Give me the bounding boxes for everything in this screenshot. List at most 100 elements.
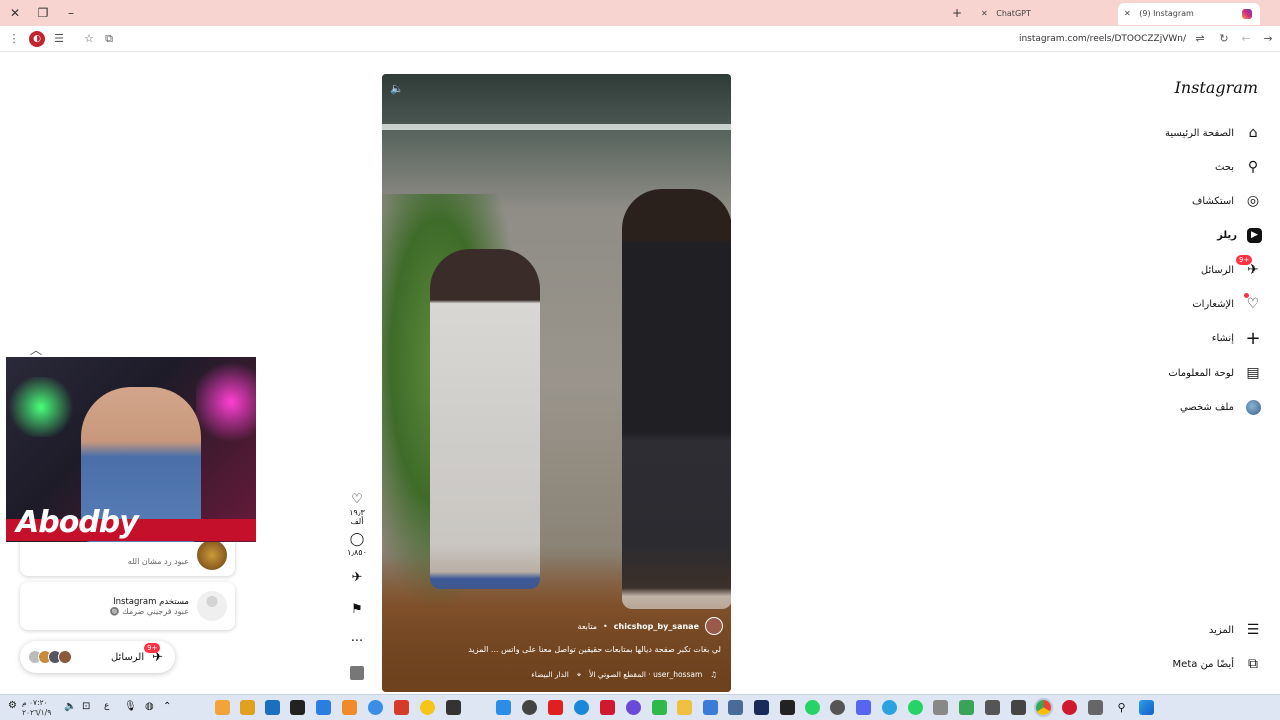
comment-action[interactable]: ◯ ١٫٨٥٠ bbox=[342, 532, 372, 557]
taskbar-app-icon[interactable] bbox=[652, 700, 667, 715]
new-tab-icon[interactable]: + bbox=[948, 4, 966, 22]
taskbar-app-icon[interactable] bbox=[780, 700, 795, 715]
nav-more[interactable]: ☰ المزيد bbox=[1209, 617, 1262, 643]
steam-icon[interactable] bbox=[265, 700, 280, 715]
reel-video[interactable]: 🔈 chicshop_by_sanae • متابعة لي بغات تكب… bbox=[382, 74, 731, 692]
taskbar-app-icon[interactable] bbox=[626, 700, 641, 715]
streamer-webcam-overlay: Abodby bbox=[6, 357, 256, 542]
like-action[interactable]: ♡ ١٩٫٣ ألف bbox=[342, 492, 372, 526]
taskbar-app-icon[interactable] bbox=[342, 700, 357, 715]
taskbar-app-icon[interactable] bbox=[959, 700, 974, 715]
network-icon[interactable]: ⊡ bbox=[82, 701, 90, 712]
volume-icon[interactable]: 🔈 bbox=[64, 701, 76, 712]
reel-username[interactable]: chicshop_by_sanae bbox=[614, 622, 699, 631]
chrome-icon[interactable] bbox=[1036, 700, 1051, 715]
system-tray-icon[interactable]: ⚙ bbox=[8, 700, 17, 711]
nav-create[interactable]: + إنشاء bbox=[1212, 325, 1262, 351]
screenshot-icon[interactable]: ⧉ bbox=[101, 31, 117, 47]
taskbar-app-icon[interactable] bbox=[548, 700, 563, 715]
close-tab-icon[interactable]: ✕ bbox=[981, 9, 988, 18]
taskbar-app-icon[interactable] bbox=[703, 700, 718, 715]
save-action[interactable]: ⚑ bbox=[342, 602, 372, 618]
address-bar[interactable]: instagram.com/reels/DTOOCZZjVWn/ bbox=[1019, 31, 1186, 47]
browser-toolbar: ⋮ ◐ ☰ ☆ ⧉ instagram.com/reels/DTOOCZZjVW… bbox=[0, 26, 1280, 52]
forward-icon[interactable]: ← bbox=[1238, 31, 1254, 47]
nav-home[interactable]: ⌂ الصفحة الرئيسية bbox=[1165, 120, 1262, 146]
search-icon[interactable]: ⚲ bbox=[1114, 700, 1129, 715]
back-icon[interactable]: → bbox=[1260, 31, 1276, 47]
taskbar-app-icon[interactable] bbox=[522, 700, 537, 715]
taskbar-app-icon[interactable] bbox=[496, 700, 511, 715]
taskbar-app-icon[interactable] bbox=[368, 700, 383, 715]
taskbar-app-icon[interactable] bbox=[600, 700, 615, 715]
reel-author[interactable]: chicshop_by_sanae • متابعة bbox=[578, 617, 723, 635]
reel-author-avatar[interactable] bbox=[705, 617, 723, 635]
instagram-logo[interactable]: Instagram bbox=[1175, 78, 1258, 97]
taskbar-app-icon[interactable] bbox=[1011, 700, 1026, 715]
microphone-icon[interactable]: 🎙 bbox=[124, 701, 137, 712]
reel-audio[interactable]: user_hossam · المقطع الصوتي الأ bbox=[589, 670, 702, 680]
taskbar-app-icon[interactable] bbox=[215, 700, 230, 715]
more-options-action[interactable]: ··· bbox=[342, 634, 372, 650]
site-settings-icon[interactable]: ⇌ bbox=[1192, 31, 1208, 47]
taskbar-app-icon[interactable] bbox=[830, 700, 845, 715]
nav-explore[interactable]: ◎ استكشاف bbox=[1192, 188, 1262, 214]
discord-icon[interactable] bbox=[856, 700, 871, 715]
minimize-window-icon[interactable]: – bbox=[62, 4, 80, 22]
taskbar-app-icon[interactable] bbox=[574, 700, 589, 715]
nav-profile[interactable]: ملف شخصي bbox=[1180, 394, 1262, 420]
taskbar-app-icon[interactable] bbox=[420, 700, 435, 715]
like-heart-icon[interactable]: ♡ bbox=[342, 492, 372, 508]
taskbar-app-icon[interactable] bbox=[933, 700, 948, 715]
tray-app-icon[interactable]: ◍ bbox=[145, 701, 154, 712]
whatsapp-icon[interactable] bbox=[908, 700, 923, 715]
photoshop-icon[interactable] bbox=[754, 700, 769, 715]
taskbar-app-icon[interactable] bbox=[394, 700, 409, 715]
bookmark-icon[interactable]: ⚑ bbox=[342, 602, 372, 618]
tray-expand-icon[interactable]: ⌃ bbox=[163, 701, 171, 712]
taskbar-app-icon[interactable] bbox=[805, 700, 820, 715]
menu-dots-icon[interactable]: ⋮ bbox=[6, 31, 22, 47]
share-send-icon[interactable]: ✈ bbox=[342, 570, 372, 586]
nav-dashboard[interactable]: ▤ لوحة المعلومات bbox=[1168, 360, 1262, 386]
messages-pill[interactable]: ✈ +9 الرسائل bbox=[20, 641, 175, 673]
follow-button[interactable]: متابعة bbox=[578, 622, 598, 631]
windows-start-icon[interactable] bbox=[1139, 700, 1154, 715]
taskbar-app-icon[interactable] bbox=[290, 700, 305, 715]
opera-icon[interactable] bbox=[1062, 700, 1077, 715]
restore-window-icon[interactable]: ❐ bbox=[34, 4, 52, 22]
nav-reels[interactable]: ▶ ريلز bbox=[1217, 222, 1262, 248]
close-tab-icon[interactable]: ✕ bbox=[1124, 9, 1131, 18]
volume-icon[interactable]: 🔈 bbox=[390, 82, 406, 98]
taskbar-app-icon[interactable] bbox=[446, 700, 461, 715]
close-window-icon[interactable]: ✕ bbox=[6, 4, 24, 22]
bookmark-star-icon[interactable]: ☆ bbox=[81, 31, 97, 47]
collapse-chevron-icon[interactable]: ︿ bbox=[30, 344, 46, 356]
reel-location[interactable]: الدار البيضاء bbox=[531, 670, 569, 680]
customize-icon[interactable]: ☰ bbox=[51, 31, 67, 47]
extension-icon[interactable]: ◐ bbox=[29, 31, 45, 47]
more-dots-icon[interactable]: ··· bbox=[342, 634, 372, 650]
message-thread[interactable]: مستخدم Instagram عبود فرجيني ضرمك 🔘 bbox=[20, 582, 235, 630]
reel-caption[interactable]: لي بغات تكبر صفحة ديالها بمتابعات حقيقين… bbox=[401, 645, 721, 654]
comment-icon[interactable]: ◯ bbox=[342, 532, 372, 548]
taskbar-app-icon[interactable] bbox=[728, 700, 743, 715]
taskbar-app-icon[interactable] bbox=[985, 700, 1000, 715]
tab-instagram[interactable]: ✕ (9) Instagram bbox=[1118, 3, 1260, 25]
taskbar-app-icon[interactable] bbox=[316, 700, 331, 715]
taskbar-app-icon[interactable] bbox=[240, 700, 255, 715]
audio-thumb-icon[interactable] bbox=[350, 666, 364, 680]
reload-icon[interactable]: ↻ bbox=[1216, 31, 1232, 47]
nav-messages[interactable]: ✈ +9 الرسائل bbox=[1201, 255, 1262, 283]
file-explorer-icon[interactable] bbox=[677, 700, 692, 715]
task-view-icon[interactable] bbox=[1088, 700, 1103, 715]
nav-notifications[interactable]: ♡ الإشعارات bbox=[1192, 291, 1262, 317]
telegram-icon[interactable] bbox=[882, 700, 897, 715]
audio-thumbnail[interactable] bbox=[342, 666, 372, 682]
language-indicator[interactable]: ع bbox=[104, 701, 109, 711]
nav-also-from-meta[interactable]: ⧉ أيضًا من Meta bbox=[1173, 651, 1262, 677]
nav-search[interactable]: ⚲ بحث bbox=[1215, 154, 1262, 180]
tab-chatgpt[interactable]: ✕ ChatGPT bbox=[975, 3, 1115, 25]
share-action[interactable]: ✈ bbox=[342, 570, 372, 586]
clock[interactable]: ٠٧:٢٠ م ٢٠٢٦/١/٩ bbox=[22, 698, 51, 718]
